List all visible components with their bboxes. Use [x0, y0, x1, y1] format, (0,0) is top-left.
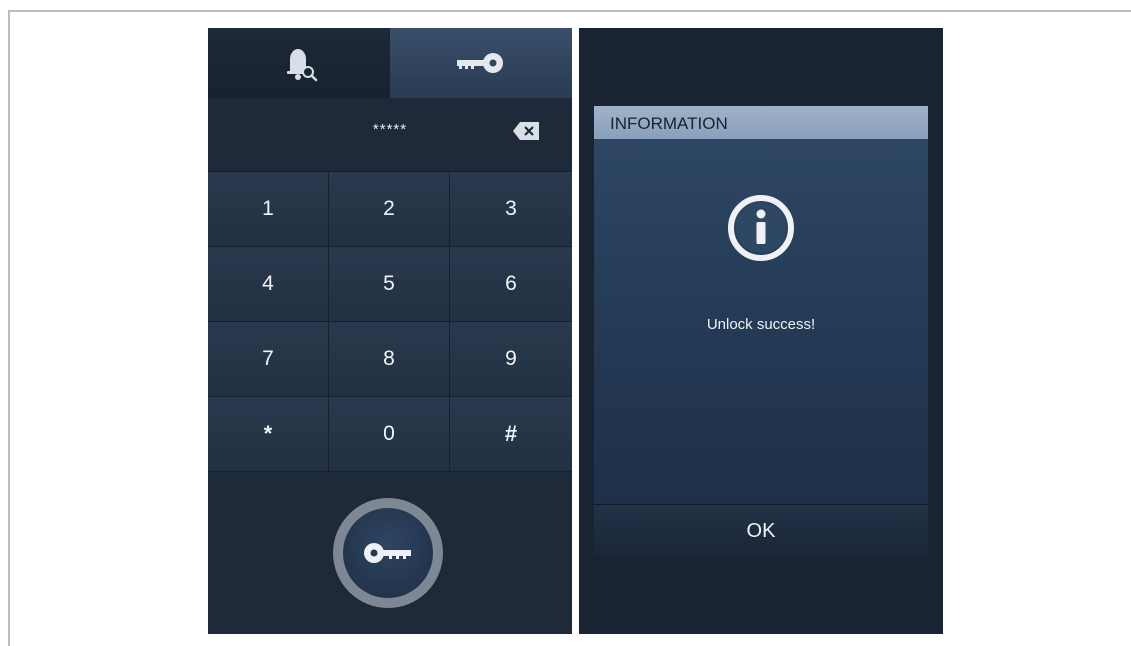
ok-button[interactable]: OK — [594, 504, 928, 558]
key-3[interactable]: 3 — [450, 172, 572, 247]
info-screen: INFORMATION Unlock success! OK — [579, 28, 943, 634]
unlock-button[interactable] — [333, 498, 443, 608]
unlock-area — [208, 472, 572, 634]
key-1[interactable]: 1 — [208, 172, 329, 247]
tab-bar — [208, 28, 572, 98]
key-7[interactable]: 7 — [208, 322, 329, 397]
dialog-message: Unlock success! — [706, 316, 816, 333]
key-hash[interactable]: # — [450, 397, 572, 472]
key-9[interactable]: 9 — [450, 322, 572, 397]
dialog-body: Unlock success! — [594, 139, 928, 504]
keypad-screen: ***** 1 2 3 4 5 6 7 8 9 * 0 # — [208, 28, 572, 634]
unlock-button-inner — [343, 508, 433, 598]
key-icon — [364, 543, 411, 563]
key-icon — [457, 53, 503, 73]
key-5[interactable]: 5 — [329, 247, 450, 322]
tab-call-log[interactable] — [208, 28, 390, 98]
dialog-title: INFORMATION — [594, 106, 928, 139]
info-icon — [728, 195, 794, 261]
frame-left-border — [8, 10, 10, 646]
key-2[interactable]: 2 — [329, 172, 450, 247]
password-row: ***** — [208, 98, 572, 172]
bell-search-icon — [287, 49, 318, 82]
frame-top-border — [8, 10, 1131, 12]
tab-unlock[interactable] — [390, 28, 572, 98]
key-4[interactable]: 4 — [208, 247, 329, 322]
key-star[interactable]: * — [208, 397, 329, 472]
key-0[interactable]: 0 — [329, 397, 450, 472]
numeric-keypad: 1 2 3 4 5 6 7 8 9 * 0 # — [208, 172, 572, 472]
backspace-icon[interactable] — [513, 122, 539, 140]
key-6[interactable]: 6 — [450, 247, 572, 322]
information-dialog: INFORMATION Unlock success! OK — [594, 106, 928, 558]
key-8[interactable]: 8 — [329, 322, 450, 397]
